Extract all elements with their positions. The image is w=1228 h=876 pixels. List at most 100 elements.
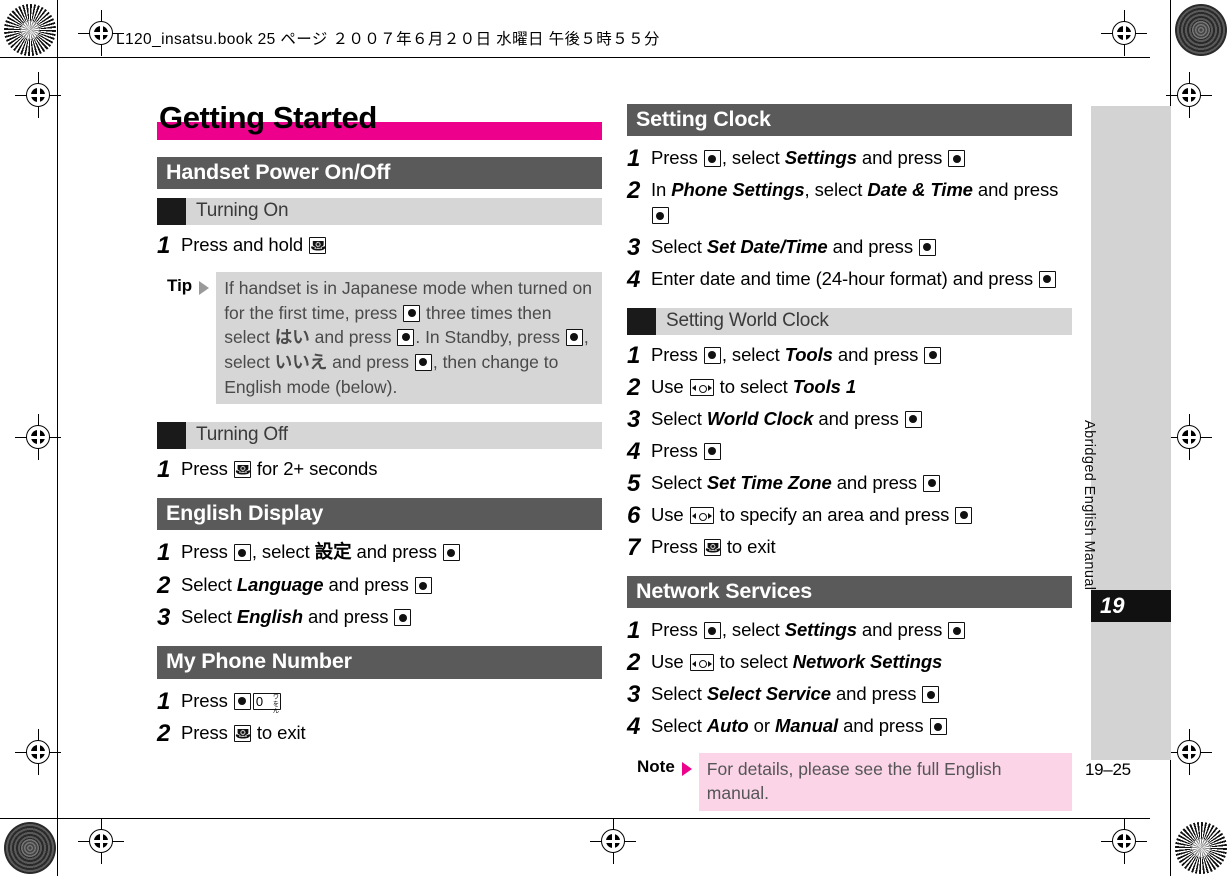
step-text: Press to exit bbox=[651, 534, 776, 560]
center-select-key-icon bbox=[922, 686, 940, 704]
procedure-step: 3 Select Set Date/Time and press bbox=[627, 234, 1072, 260]
crop-rule-left bbox=[57, 0, 59, 876]
crosshair-mark-right-lower bbox=[1166, 729, 1212, 775]
step-number: 6 bbox=[627, 501, 640, 529]
step-number: 4 bbox=[627, 265, 640, 293]
step-number: 1 bbox=[627, 341, 640, 369]
step-number: 1 bbox=[627, 145, 640, 173]
manual-section: English Display 1 Press , select 設定 and pr… bbox=[157, 498, 602, 630]
right-column: Setting Clock 1 Press , select Settings an… bbox=[627, 104, 1072, 827]
step-number: 1 bbox=[157, 232, 170, 260]
japanese-menu-item: はい bbox=[274, 327, 310, 348]
center-select-key-icon bbox=[703, 346, 721, 364]
crosshair-mark-right-upper bbox=[1166, 72, 1212, 118]
step-text: Select Language and press bbox=[181, 572, 433, 598]
procedure-step: 6 Use to specify an area and press bbox=[627, 502, 1072, 528]
registration-target-top-right bbox=[1175, 4, 1227, 56]
manual-section: Network Services 1 Press , select Settings… bbox=[627, 575, 1072, 811]
center-select-key-icon bbox=[929, 718, 947, 736]
procedure-step: 3 Select English and press bbox=[157, 604, 602, 630]
square-marker-icon bbox=[157, 198, 186, 226]
step-text: Use to select Network Settings bbox=[651, 651, 943, 673]
zero-key-icon: 0ワをん bbox=[252, 692, 281, 715]
procedure-step: 4 Press bbox=[627, 438, 1072, 464]
center-select-key-icon bbox=[233, 544, 251, 562]
center-select-key-icon bbox=[923, 474, 941, 492]
procedure-step: 2 Use to select Tools 1 bbox=[627, 374, 1072, 400]
tip-callout: Tip If handset is in Japanese mode when t… bbox=[157, 272, 602, 405]
chapter-title: Getting Started bbox=[159, 100, 377, 135]
note-label: Note bbox=[637, 757, 675, 777]
center-select-key-icon bbox=[703, 622, 721, 640]
step-number: 2 bbox=[627, 649, 640, 677]
manual-section: Setting World Clock 1 Press , select Tools… bbox=[627, 307, 1072, 561]
center-select-key-icon bbox=[652, 207, 669, 225]
step-number: 2 bbox=[157, 719, 170, 747]
crop-rule-top bbox=[0, 57, 1150, 59]
menu-item-name: Date & Time bbox=[867, 179, 973, 201]
manual-section: Setting Clock 1 Press , select Settings an… bbox=[627, 104, 1072, 292]
center-select-key-icon bbox=[703, 442, 721, 460]
menu-item-name: Settings bbox=[784, 147, 857, 169]
crosshair-mark-right-middle bbox=[1166, 414, 1212, 460]
step-text: Select Auto or Manual and press bbox=[651, 713, 948, 739]
menu-item-name: Set Time Zone bbox=[706, 471, 832, 493]
menu-item-name: Phone Settings bbox=[671, 179, 805, 201]
procedure-step: 3 Select World Clock and press bbox=[627, 406, 1072, 432]
japanese-menu-item: いいえ bbox=[274, 352, 328, 373]
center-select-key-icon bbox=[924, 346, 942, 364]
step-number: 1 bbox=[157, 456, 170, 484]
tip-label: Tip bbox=[167, 276, 193, 296]
manual-section: My Phone Number 1 Press 0ワをん 2 Press to exit bbox=[157, 646, 602, 745]
center-select-key-icon bbox=[955, 506, 973, 524]
menu-item-name: Settings bbox=[784, 619, 857, 641]
procedure-step: 1 Press 0ワをん bbox=[157, 688, 602, 715]
step-text: Press for 2+ seconds bbox=[181, 456, 377, 482]
step-text: Press to exit bbox=[181, 720, 306, 746]
menu-item-name: World Clock bbox=[706, 407, 814, 429]
crosshair-mark-left-upper bbox=[15, 72, 61, 118]
step-text: Use to select Tools 1 bbox=[651, 375, 857, 397]
tip-text: If handset is in Japanese mode when turn… bbox=[216, 272, 602, 405]
procedure-step: 1 Press for 2+ seconds bbox=[157, 456, 602, 482]
power-end-key-icon bbox=[233, 461, 251, 479]
registration-target-top-left bbox=[4, 4, 56, 56]
note-text: For details, please see the full English… bbox=[698, 753, 1072, 811]
menu-item-name: Auto bbox=[706, 715, 749, 737]
procedure-step: 5 Select Set Time Zone and press bbox=[627, 470, 1072, 496]
step-number: 3 bbox=[627, 681, 640, 709]
step-number: 2 bbox=[627, 177, 640, 205]
step-text: Press bbox=[651, 438, 722, 464]
file-header-text: L120_insatsu.book 25 ページ ２００７年６月２０日 水曜日 … bbox=[116, 31, 660, 48]
procedure-step: 2 In Phone Settings, select Date & Time a… bbox=[627, 177, 1072, 228]
subsection-heading-label: Turning On bbox=[196, 200, 289, 222]
left-column: Getting Started Handset Power On/Off Turni… bbox=[157, 100, 602, 762]
menu-item-name: Select Service bbox=[706, 683, 831, 705]
crosshair-mark-top-left bbox=[78, 10, 124, 56]
center-select-key-icon bbox=[397, 328, 415, 346]
center-select-key-icon bbox=[948, 150, 966, 168]
section-heading: Setting Clock bbox=[627, 104, 1072, 137]
note-callout: Note For details, please see the full Eng… bbox=[627, 753, 1072, 811]
center-select-key-icon bbox=[1039, 270, 1057, 288]
menu-item-name: Language bbox=[236, 574, 324, 596]
step-number: 3 bbox=[627, 233, 640, 261]
subsection-heading: Turning Off bbox=[157, 422, 602, 450]
registration-target-bottom-right bbox=[1175, 822, 1227, 874]
menu-item-name: Network Settings bbox=[792, 651, 943, 673]
center-select-key-icon bbox=[403, 304, 421, 322]
step-text: Select Set Time Zone and press bbox=[651, 470, 941, 496]
step-number: 7 bbox=[627, 533, 640, 561]
procedure-step: 4 Enter date and time (24-hour format) an… bbox=[627, 266, 1072, 292]
crosshair-mark-left-middle bbox=[15, 414, 61, 460]
step-number: 1 bbox=[627, 617, 640, 645]
step-text: Use to specify an area and press bbox=[651, 502, 973, 528]
procedure-step: 1 Press , select Settings and press bbox=[627, 617, 1072, 643]
page-number: 19–25 bbox=[1085, 760, 1131, 779]
step-text: Enter date and time (24-hour format) and… bbox=[651, 266, 1057, 292]
crosshair-mark-bottom-center bbox=[590, 818, 636, 864]
section-heading: Network Services bbox=[627, 575, 1072, 609]
power-end-key-icon bbox=[309, 237, 327, 255]
section-heading: Handset Power On/Off bbox=[157, 157, 602, 190]
step-text: Select Set Date/Time and press bbox=[651, 234, 937, 260]
